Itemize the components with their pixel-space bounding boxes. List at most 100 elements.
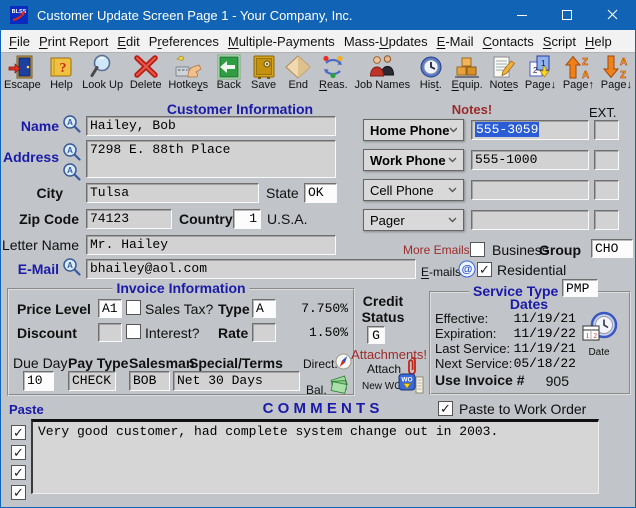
toolbar-delete-button[interactable]: Delete [130, 54, 162, 91]
toolbar-escape-button[interactable]: Escape [4, 54, 41, 91]
svg-text:A: A [67, 261, 73, 270]
toolbar-page-down-button[interactable]: 21 Page↓ [525, 54, 556, 91]
city-input[interactable]: Tulsa [86, 183, 259, 203]
menu-bar: File Print Report Edit Preferences Multi… [1, 30, 635, 53]
direct-label: Direct. [303, 357, 338, 371]
svg-text:WO: WO [401, 377, 412, 384]
country-name-label: U.S.A. [267, 211, 308, 227]
menu-mass-updates[interactable]: Mass-Updates [344, 34, 428, 49]
menu-file[interactable]: File [9, 34, 30, 49]
cash-balance-icon[interactable] [325, 375, 353, 395]
toolbar-lookup-button[interactable]: Look Up [82, 54, 123, 91]
country-label: Country [179, 211, 233, 227]
sort-za-up-icon: ZA [564, 54, 592, 80]
menu-email[interactable]: E-Mail [437, 34, 474, 49]
email-input[interactable]: bhailey@aol.com [86, 259, 416, 279]
close-button[interactable] [590, 0, 635, 30]
expiration-label: Expiration: [435, 326, 497, 341]
address-lookup-icon[interactable]: A [62, 142, 82, 162]
phone-ext-input-2[interactable] [594, 150, 619, 170]
salesman-input[interactable]: BOB [129, 371, 170, 391]
phone-input-4[interactable] [471, 210, 589, 230]
app-window: BLSS Customer Update Screen Page 1 - You… [0, 0, 636, 508]
use-invoice-number: 905 [545, 373, 569, 389]
menu-script[interactable]: Script [543, 34, 576, 49]
email-lookup-icon[interactable]: A [62, 257, 82, 277]
address-input[interactable]: 7298 E. 88th Place [86, 140, 336, 178]
toolbar-hotkeys-button[interactable]: Hotkeys [168, 54, 208, 91]
tax-type-input[interactable]: A [252, 299, 276, 318]
toolbar-history-button[interactable]: Hist. [417, 54, 445, 91]
service-type-input[interactable]: PMP [562, 279, 598, 297]
credit-status-input[interactable]: G [367, 326, 385, 344]
toolbar-notes-button[interactable]: Notes [489, 54, 518, 91]
comments-textarea[interactable]: Very good customer, had complete system … [31, 419, 599, 494]
interest-checkbox[interactable] [126, 324, 141, 339]
pay-type-input[interactable]: CHECK [68, 371, 116, 391]
paste-to-work-order-checkbox[interactable] [438, 401, 453, 416]
phone-type-dropdown-1[interactable]: Home Phone [363, 119, 464, 141]
minimize-button[interactable] [500, 0, 545, 30]
address-label: Address [2, 149, 59, 165]
menu-help[interactable]: Help [585, 34, 612, 49]
phone-type-dropdown-3[interactable]: Cell Phone [363, 179, 464, 201]
toolbar-help-button[interactable]: ? Help [47, 54, 75, 91]
group-input[interactable]: CHO [591, 239, 633, 258]
phone-type-dropdown-2[interactable]: Work Phone [363, 149, 464, 171]
menu-preferences[interactable]: Preferences [149, 34, 219, 49]
toolbar-save-button[interactable]: Save [250, 54, 278, 91]
name-input[interactable]: Hailey, Bob [86, 116, 336, 136]
phone-ext-input-1[interactable] [594, 120, 619, 140]
letter-name-input[interactable]: Mr. Hailey [86, 235, 336, 255]
menu-edit[interactable]: Edit [117, 34, 139, 49]
toolbar-page-up-button[interactable]: ZA Page↑ [563, 54, 594, 91]
residential-checkbox[interactable] [477, 262, 492, 277]
due-day-input[interactable]: 10 [23, 371, 54, 391]
rate-input[interactable] [252, 323, 276, 342]
paste-label: Paste [9, 402, 44, 417]
menu-contacts[interactable]: Contacts [482, 34, 533, 49]
toolbar-end-button[interactable]: End [284, 54, 312, 91]
toolbar-job-names-button[interactable]: Job Names [354, 54, 410, 91]
price-level-input[interactable]: A1 [98, 299, 122, 318]
comment-row-checkbox-3[interactable] [11, 465, 26, 480]
phone-ext-input-3[interactable] [594, 180, 619, 200]
phone-input-1[interactable]: 555-3059 [471, 120, 589, 140]
pay-type-label: Pay Type [68, 355, 129, 371]
maximize-button[interactable] [545, 0, 590, 30]
more-emails-label[interactable]: More Emails [403, 243, 470, 257]
toolbar-back-button[interactable]: Back [215, 54, 243, 91]
phone-type-dropdown-4[interactable]: Pager [363, 209, 464, 231]
svg-text:A: A [67, 146, 73, 155]
comment-row-checkbox-2[interactable] [11, 445, 26, 460]
phone-input-2[interactable]: 555-1000 [471, 150, 589, 170]
zip-code-input[interactable]: 74123 [86, 209, 172, 229]
toolbar-equipment-button[interactable]: Equip. [452, 54, 483, 91]
toolbar-page-down-sort-button[interactable]: AZ Page↓ [601, 54, 632, 91]
name-lookup-icon[interactable]: A [62, 114, 82, 134]
special-terms-input[interactable]: Net 30 Days [173, 371, 300, 391]
magnifier-icon [89, 54, 117, 80]
new-work-order-icon[interactable]: WO [398, 373, 424, 395]
tax-type-label: Type [218, 301, 250, 317]
comment-row-checkbox-1[interactable] [11, 425, 26, 440]
date-calendar-clock-icon[interactable]: 12 [578, 311, 620, 347]
last-service-date: 11/19/21 [513, 341, 576, 356]
business-checkbox[interactable] [470, 242, 485, 257]
discount-input[interactable] [98, 323, 122, 342]
country-input[interactable]: 1 [233, 209, 261, 229]
phone-input-3[interactable] [471, 180, 589, 200]
phone-ext-input-4[interactable] [594, 210, 619, 230]
expiration-date: 11/19/22 [513, 326, 576, 341]
sales-tax-checkbox[interactable] [126, 300, 141, 315]
title-bar: BLSS Customer Update Screen Page 1 - You… [1, 0, 635, 30]
menu-print-report[interactable]: Print Report [39, 34, 108, 49]
history-clock-icon [417, 54, 445, 80]
menu-multiple-payments[interactable]: Multiple-Payments [228, 34, 335, 49]
svg-text:Z: Z [582, 57, 588, 68]
address2-lookup-icon[interactable]: A [62, 162, 82, 182]
comment-row-checkbox-4[interactable] [11, 485, 26, 500]
at-email-icon[interactable]: @ [458, 260, 476, 278]
toolbar-reassign-button[interactable]: Reas. [319, 54, 348, 91]
state-input[interactable]: OK [304, 183, 337, 203]
